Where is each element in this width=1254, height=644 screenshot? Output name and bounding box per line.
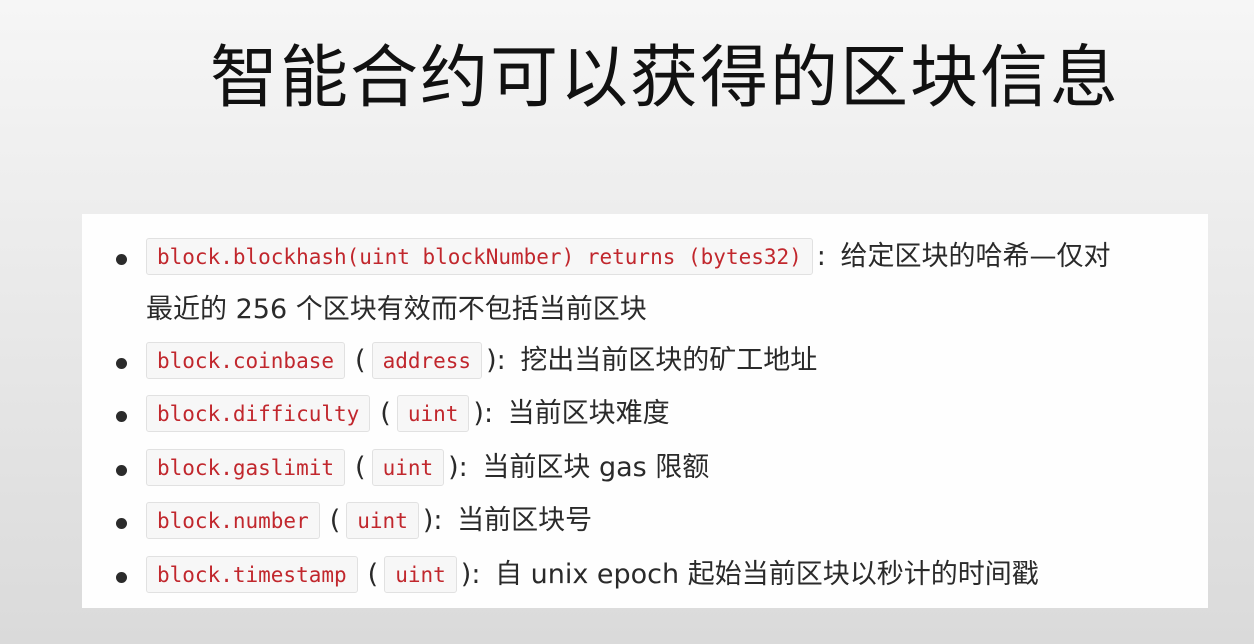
close-paren: ): [473, 397, 494, 429]
item-description: 当前区块号 [457, 504, 593, 536]
bullet-icon [116, 411, 127, 422]
slide-title: 智能合约可以获得的区块信息 [209, 39, 1120, 118]
code-block-difficulty: block.difficulty [146, 395, 371, 432]
bullet-icon [116, 254, 127, 265]
item-description: 挖出当前区块的矿工地址 [520, 344, 818, 376]
content-panel: block.blockhash(uint blockNumber) return… [82, 214, 1208, 608]
close-paren: ): [486, 344, 506, 376]
code-block-timestamp: block.timestamp [146, 556, 358, 593]
item-line: block.number (uint): 当前区块号 [146, 502, 592, 543]
item-description: 当前区块难度 [507, 397, 670, 429]
item-description-continued: 最近的 256 个区块有效而不包括当前区块 [146, 294, 647, 325]
type-badge: uint [396, 395, 470, 432]
separator: : [816, 240, 826, 272]
open-paren: ( [367, 558, 379, 590]
code-block-blockhash: block.blockhash(uint blockNumber) return… [146, 238, 813, 275]
code-block-number: block.number [146, 502, 320, 539]
item-description: 给定区块的哈希—仅对 [840, 240, 1111, 272]
item-line-2: 最近的 256 个区块有效而不包括当前区块 [146, 290, 647, 330]
bullet-icon [116, 518, 127, 529]
item-line: block.timestamp (uint): 自 unix epoch 起始当前… [146, 556, 1039, 597]
bullet-icon [116, 358, 127, 369]
item-line: block.gaslimit (uint): 当前区块 gas 限额 [146, 449, 709, 490]
item-line: block.difficulty (uint): 当前区块难度 [146, 395, 670, 436]
type-badge: uint [346, 502, 419, 539]
item-line-1: block.blockhash(uint blockNumber) return… [146, 238, 1111, 279]
open-paren: ( [355, 451, 366, 483]
close-paren: ): [448, 451, 468, 483]
bullet-icon [116, 465, 127, 476]
type-badge: uint [371, 449, 445, 486]
open-paren: ( [380, 397, 391, 429]
item-line: block.coinbase (address): 挖出当前区块的矿工地址 [146, 342, 817, 383]
code-block-gaslimit: block.gaslimit [146, 449, 346, 486]
close-paren: ): [422, 504, 443, 536]
type-badge: address [371, 342, 483, 379]
bullet-icon [116, 572, 127, 583]
open-paren: ( [355, 344, 366, 376]
code-block-coinbase: block.coinbase [146, 342, 346, 379]
item-description: 自 unix epoch 起始当前区块以秒计的时间戳 [495, 558, 1039, 590]
type-badge: uint [384, 556, 457, 593]
close-paren: ): [460, 558, 481, 590]
item-description: 当前区块 gas 限额 [482, 451, 710, 483]
open-paren: ( [329, 504, 341, 536]
